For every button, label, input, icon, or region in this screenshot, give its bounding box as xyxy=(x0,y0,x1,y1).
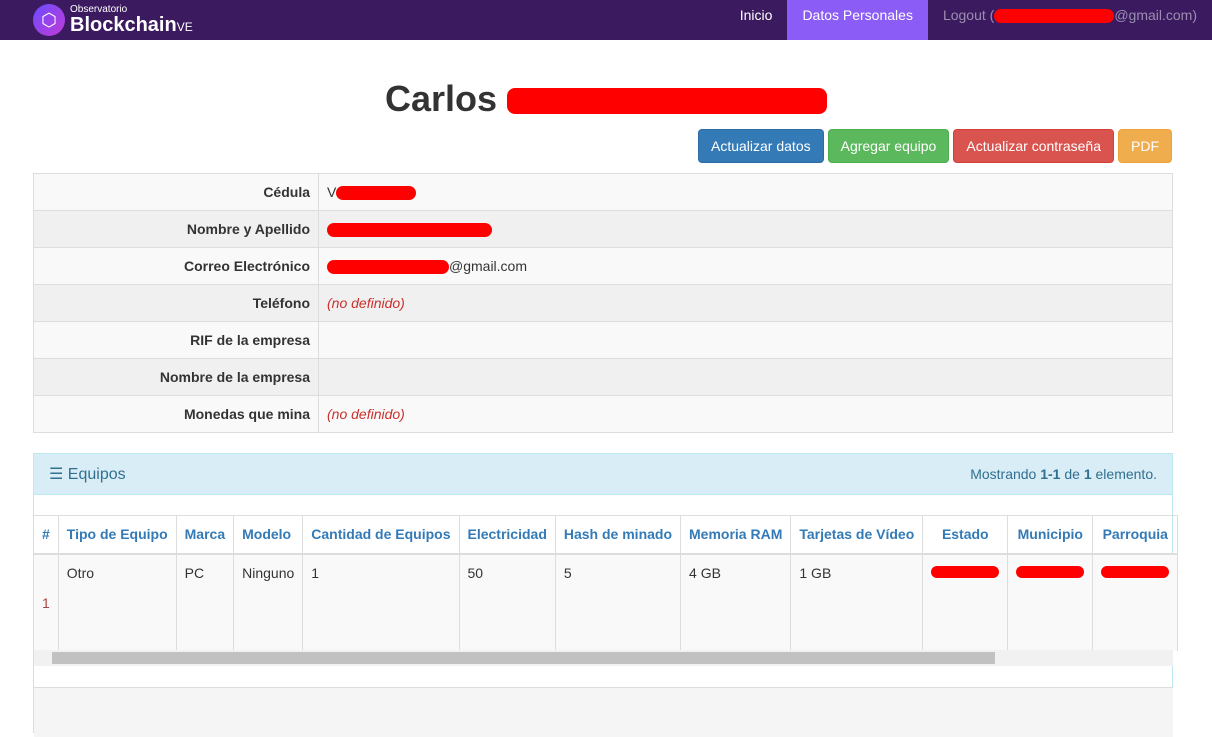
detail-label: Monedas que mina xyxy=(33,395,319,433)
actualizar-contrasena-button[interactable]: Actualizar contraseña xyxy=(953,129,1114,163)
table-cell: 4 GB xyxy=(680,553,792,651)
column-header[interactable]: Tipo de Equipo xyxy=(58,515,177,555)
column-header[interactable]: Estado xyxy=(922,515,1009,555)
redaction xyxy=(507,88,828,115)
detail-label: Nombre y Apellido xyxy=(33,210,319,248)
agregar-equipo-button[interactable]: Agregar equipo xyxy=(827,129,950,163)
table-cell: Otro xyxy=(58,553,177,651)
table-cell xyxy=(922,553,1009,651)
brand-suffix: VE xyxy=(176,20,193,34)
detail-value: (no definido) xyxy=(318,395,1173,433)
panel-summary: Mostrando 1-1 de 1 elemento. xyxy=(970,466,1157,482)
brand-logo[interactable]: ⬡ Observatorio BlockchainVE xyxy=(33,4,193,36)
column-header[interactable]: Memoria RAM xyxy=(680,515,792,555)
table-cell: 5 xyxy=(555,553,682,651)
panel-title: ☰ Equipos xyxy=(49,466,126,483)
column-header[interactable]: Municipio xyxy=(1007,515,1094,555)
nav-inicio[interactable]: Inicio xyxy=(725,0,788,40)
list-icon: ☰ xyxy=(49,466,64,483)
table-row: 1 Otro PC Ninguno 1 50 5 4 GB 1 GB xyxy=(34,553,1179,651)
page-title: Carlos xyxy=(385,78,828,120)
table-cell: 1 xyxy=(302,553,460,651)
column-header[interactable]: Parroquia xyxy=(1092,515,1179,555)
detail-value: @gmail.com xyxy=(318,247,1173,285)
navbar: ⬡ Observatorio BlockchainVE Inicio Datos … xyxy=(0,0,1212,40)
redaction xyxy=(994,9,1115,24)
detail-value xyxy=(318,321,1173,359)
nav-datos-personales[interactable]: Datos Personales xyxy=(787,0,928,40)
detail-label: Correo Electrónico xyxy=(33,247,319,285)
logout-prefix: Logout ( xyxy=(942,7,995,23)
scrollbar-thumb[interactable] xyxy=(52,652,995,664)
brand-main: Blockchain xyxy=(70,14,177,36)
panel-footer xyxy=(34,687,1173,737)
detail-label: Nombre de la empresa xyxy=(33,358,319,396)
detail-value xyxy=(318,210,1173,248)
column-header[interactable]: Electricidad xyxy=(459,515,556,555)
table-cell: 50 xyxy=(459,553,556,651)
table-cell: 1 GB xyxy=(790,553,924,651)
cube-icon: ⬡ xyxy=(33,4,65,36)
column-header[interactable]: Marca xyxy=(176,515,235,555)
column-header[interactable]: Hash de minado xyxy=(555,515,682,555)
pdf-button[interactable]: PDF xyxy=(1118,129,1172,163)
logout-suffix: @gmail.com) xyxy=(1114,7,1197,23)
column-header[interactable]: Tarjetas de Vídeo xyxy=(790,515,924,555)
details-table: Cédula V Nombre y Apellido Correo Electró… xyxy=(33,173,1173,433)
horizontal-scrollbar[interactable] xyxy=(34,650,1173,666)
user-name: Carlos xyxy=(385,78,498,119)
column-header[interactable]: Modelo xyxy=(233,515,304,555)
actualizar-datos-button[interactable]: Actualizar datos xyxy=(698,129,824,163)
equipos-table: # Tipo de Equipo Marca Modelo Cantidad de Eq… xyxy=(34,515,1179,651)
detail-label: Cédula xyxy=(33,173,319,211)
detail-value: V xyxy=(318,173,1173,211)
table-cell xyxy=(1092,553,1179,651)
column-header[interactable]: Cantidad de Equipos xyxy=(302,515,460,555)
nav-logout[interactable]: Logout ( @gmail.com) xyxy=(928,0,1212,40)
column-header[interactable]: # xyxy=(34,515,59,555)
table-cell: Ninguno xyxy=(233,553,304,651)
table-cell: 1 xyxy=(34,553,59,651)
equipos-panel: ☰ Equipos Mostrando 1-1 de 1 elemento. #… xyxy=(33,453,1179,737)
detail-value xyxy=(318,358,1173,396)
detail-label: RIF de la empresa xyxy=(33,321,319,359)
detail-value: (no definido) xyxy=(318,284,1173,322)
detail-label: Teléfono xyxy=(33,284,319,322)
table-cell: PC xyxy=(176,553,235,651)
table-cell xyxy=(1007,553,1094,651)
